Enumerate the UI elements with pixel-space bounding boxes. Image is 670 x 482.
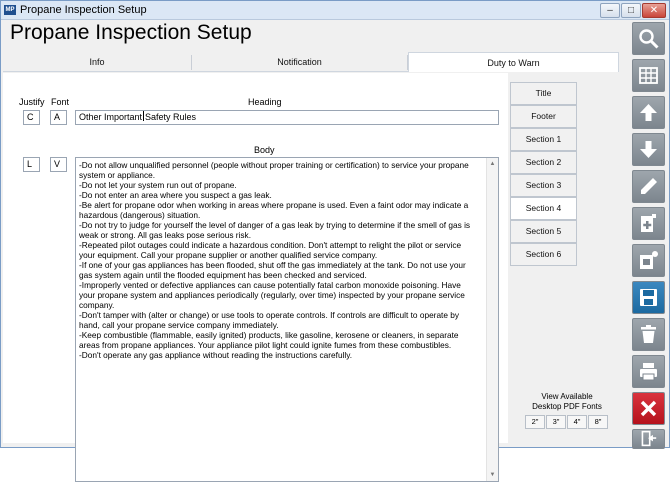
trash-icon (641, 325, 656, 343)
grid-view-button[interactable] (632, 59, 665, 92)
search-icon (639, 29, 659, 49)
tab-info[interactable]: Info (3, 52, 191, 72)
exit-icon (641, 430, 657, 447)
section-footer-button[interactable]: Footer (510, 105, 577, 128)
arrow-up-icon (640, 104, 657, 121)
body-text: -Do not allow unqualified personnel (peo… (79, 160, 471, 360)
heading-text-end: Safety Rules (145, 112, 197, 122)
font-label: Font (51, 97, 70, 107)
heading-font-field[interactable]: A (50, 110, 67, 125)
heading-label: Heading (248, 97, 282, 107)
section-2-button[interactable]: Section 2 (510, 151, 577, 174)
window-title: Propane Inspection Setup (20, 4, 147, 16)
add-document-icon (641, 214, 656, 232)
print-icon (640, 363, 657, 381)
duty-to-warn-panel: Justify Font Heading C A Other Important… (3, 73, 508, 482)
app-logo-icon: MP (4, 5, 16, 15)
move-down-button[interactable] (632, 133, 665, 166)
window-close-button[interactable]: ✕ (642, 3, 666, 18)
grid-icon (639, 67, 658, 84)
text-cursor (143, 111, 145, 121)
maximize-button[interactable]: □ (621, 3, 641, 18)
save-icon (640, 289, 657, 306)
move-up-button[interactable] (632, 96, 665, 129)
pdf-font-4in-button[interactable]: 4" (567, 415, 587, 429)
pdf-font-8in-button[interactable]: 8" (588, 415, 608, 429)
exit-button[interactable] (632, 429, 665, 449)
pdf-fonts-panel: View Available Desktop PDF Fonts 2" 3" 4… (524, 390, 610, 430)
print-button[interactable] (632, 355, 665, 388)
save-button[interactable] (632, 281, 665, 314)
view-pdf-fonts-label[interactable]: View Available Desktop PDF Fonts (524, 392, 610, 412)
section-title-button[interactable]: Title (510, 82, 577, 105)
title-bar: MP Propane Inspection Setup – □ ✕ (1, 1, 669, 20)
section-1-button[interactable]: Section 1 (510, 128, 577, 151)
pencil-icon (641, 178, 657, 194)
tab-notification[interactable]: Notification (192, 52, 407, 72)
edit-button[interactable] (632, 170, 665, 203)
delete-button[interactable] (632, 318, 665, 351)
section-4-button[interactable]: Section 4 (510, 197, 577, 220)
heading-input[interactable]: Other Important Safety Rules (75, 110, 499, 125)
scroll-up-arrow-icon[interactable]: ▲ (487, 159, 498, 169)
section-5-button[interactable]: Section 5 (510, 220, 577, 243)
close-icon (640, 400, 657, 417)
app-window: MP Propane Inspection Setup – □ ✕ Propan… (0, 0, 670, 482)
pdf-font-3in-button[interactable]: 3" (546, 415, 566, 429)
heading-text-start: Other Important (79, 112, 143, 122)
pdf-font-2in-button[interactable]: 2" (525, 415, 545, 429)
add-button[interactable] (632, 207, 665, 240)
arrow-down-icon (640, 141, 657, 158)
copy-document-icon (640, 251, 658, 269)
section-3-button[interactable]: Section 3 (510, 174, 577, 197)
section-6-button[interactable]: Section 6 (510, 243, 577, 266)
scroll-down-arrow-icon[interactable]: ▼ (487, 470, 498, 480)
cancel-button[interactable] (632, 392, 665, 425)
body-textarea[interactable]: -Do not allow unqualified personnel (peo… (75, 157, 499, 482)
body-font-field[interactable]: V (50, 157, 67, 172)
page-title: Propane Inspection Setup (10, 21, 252, 44)
tab-bar: Info Notification Duty to Warn (3, 52, 619, 72)
body-justify-field[interactable]: L (23, 157, 40, 172)
justify-label: Justify (19, 97, 45, 107)
minimize-button[interactable]: – (600, 3, 620, 18)
search-button[interactable] (632, 22, 665, 55)
copy-button[interactable] (632, 244, 665, 277)
body-label: Body (254, 145, 275, 155)
tab-duty-to-warn[interactable]: Duty to Warn (408, 52, 619, 72)
body-scrollbar[interactable]: ▲ ▼ (486, 158, 498, 481)
heading-justify-field[interactable]: C (23, 110, 40, 125)
